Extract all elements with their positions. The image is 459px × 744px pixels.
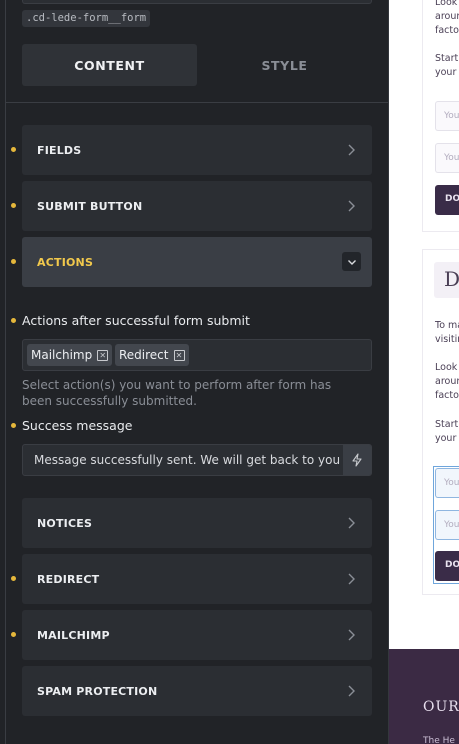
preview-text: arour — [435, 376, 459, 387]
section-label: SPAM PROTECTION — [37, 684, 158, 698]
changed-indicator-dot — [11, 147, 16, 152]
preview-input[interactable]: You — [435, 468, 459, 498]
chevron-right-icon — [348, 200, 355, 212]
preview-text: your — [435, 67, 457, 78]
section-label: SUBMIT BUTTON — [37, 199, 143, 213]
section-actions[interactable]: ACTIONS — [22, 237, 372, 287]
changed-indicator-dot — [11, 259, 16, 264]
chevron-right-icon — [348, 685, 355, 697]
remove-tag-icon[interactable]: ✕ — [173, 349, 185, 361]
preview-text: visitin — [435, 334, 459, 345]
lightning-bolt-icon — [352, 453, 362, 467]
tabs-divider — [6, 102, 388, 103]
preview-text: factor — [435, 390, 459, 401]
tag-redirect[interactable]: Redirect ✕ — [115, 344, 189, 366]
preview-submit-button[interactable]: DO — [435, 551, 459, 581]
preview-text: Start — [435, 419, 459, 430]
preview-footer: OUR The He — [389, 649, 459, 744]
chevron-right-icon — [348, 629, 355, 641]
section-fields[interactable]: FIELDS — [22, 125, 372, 175]
changed-indicator-dot — [11, 423, 16, 428]
section-mailchimp[interactable]: MAILCHIMP — [22, 610, 372, 660]
settings-panel: .cd-lede-form__form CONTENT STYLE FIELDS… — [0, 0, 389, 744]
tag-mailchimp[interactable]: Mailchimp ✕ — [27, 344, 113, 366]
tag-label: Redirect — [119, 348, 169, 362]
chevron-right-icon — [348, 144, 355, 156]
section-spam-protection[interactable]: SPAM PROTECTION — [22, 666, 372, 716]
panel-edge — [5, 0, 6, 744]
preview-text: Look — [435, 362, 458, 373]
dynamic-tags-button[interactable] — [343, 445, 371, 475]
preview-input[interactable]: You — [435, 510, 459, 540]
css-class-chip: .cd-lede-form__form — [22, 10, 151, 27]
tab-style[interactable]: STYLE — [197, 44, 372, 86]
actions-after-submit-label: Actions after successful form submit — [22, 313, 250, 328]
changed-indicator-dot — [11, 318, 16, 323]
changed-indicator-dot — [11, 576, 16, 581]
tab-content[interactable]: CONTENT — [22, 44, 197, 86]
section-label: REDIRECT — [37, 572, 100, 586]
preview-submit-button[interactable]: DO — [435, 185, 459, 215]
tag-label: Mailchimp — [31, 348, 93, 362]
page-preview: Look arour factor Start your You You DO … — [389, 0, 459, 744]
preview-input[interactable]: You — [435, 143, 459, 173]
changed-indicator-dot — [11, 203, 16, 208]
preview-text: Start — [435, 53, 459, 64]
chevron-down-icon — [347, 259, 356, 265]
section-label: FIELDS — [37, 143, 82, 157]
footer-title: OUR — [423, 699, 459, 715]
section-label: ACTIONS — [37, 255, 94, 269]
footer-text: The He — [423, 736, 455, 744]
preview-heading: D — [434, 262, 459, 298]
section-label: MAILCHIMP — [37, 628, 110, 642]
panel-tabs: CONTENT STYLE — [22, 44, 372, 86]
preview-text: factor — [435, 25, 459, 36]
actions-select[interactable]: Mailchimp ✕ Redirect ✕ — [22, 339, 372, 371]
section-submit-button[interactable]: SUBMIT BUTTON — [22, 181, 372, 231]
chevron-right-icon — [348, 517, 355, 529]
preview-text: Look — [435, 0, 458, 8]
preview-text: To ma — [435, 320, 459, 331]
success-message-label: Success message — [22, 418, 133, 433]
section-notices[interactable]: NOTICES — [22, 498, 372, 548]
actions-help-text: Select action(s) you want to perform aft… — [22, 378, 332, 408]
changed-indicator-dot — [11, 632, 16, 637]
success-message-field — [22, 444, 372, 476]
remove-tag-icon[interactable]: ✕ — [97, 349, 109, 361]
section-label: NOTICES — [37, 516, 93, 530]
chevron-right-icon — [348, 573, 355, 585]
preview-text: arour — [435, 11, 459, 22]
collapse-toggle[interactable] — [342, 252, 361, 271]
css-class-field[interactable] — [22, 0, 372, 4]
preview-text: your — [435, 433, 457, 444]
success-message-input[interactable] — [23, 445, 345, 475]
preview-input[interactable]: You — [435, 101, 459, 131]
section-redirect[interactable]: REDIRECT — [22, 554, 372, 604]
